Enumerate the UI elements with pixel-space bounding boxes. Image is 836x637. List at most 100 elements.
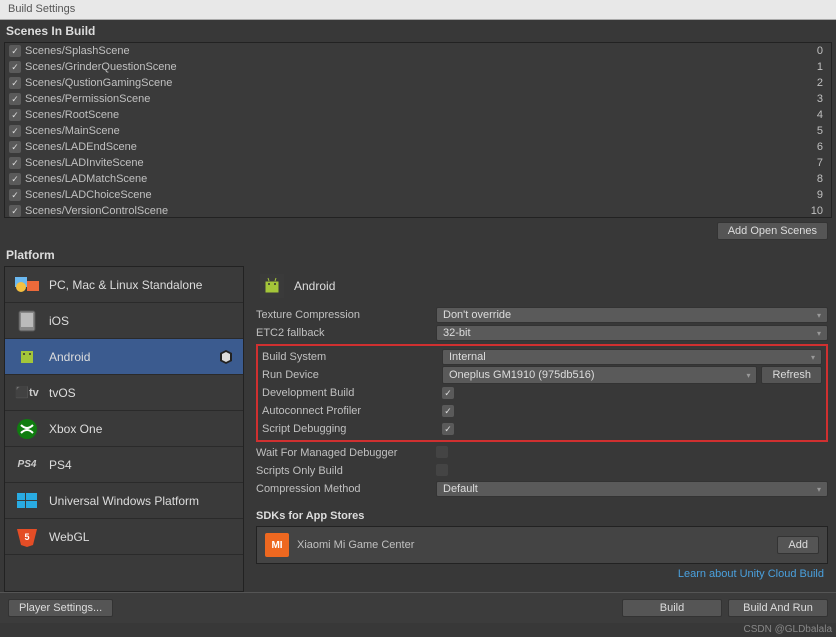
- wait-debugger-checkbox[interactable]: [436, 446, 448, 458]
- scene-row[interactable]: ✓ Scenes/QustionGamingScene2: [5, 75, 831, 91]
- scene-checkbox[interactable]: ✓: [9, 173, 21, 185]
- scripts-only-checkbox[interactable]: [436, 464, 448, 476]
- scene-checkbox[interactable]: ✓: [9, 141, 21, 153]
- platform-item[interactable]: PC, Mac & Linux Standalone: [5, 267, 243, 303]
- scene-row[interactable]: ✓Scenes/LADMatchScene8: [5, 171, 831, 187]
- platform-item[interactable]: PS4PS4: [5, 447, 243, 483]
- compression-label: Compression Method: [256, 483, 436, 495]
- platform-icon: ⬛tv: [13, 381, 41, 405]
- scene-index: 3: [817, 93, 823, 105]
- run-device-dropdown[interactable]: Oneplus GM1910 (975db516): [442, 366, 757, 384]
- player-settings-button[interactable]: Player Settings...: [8, 599, 113, 617]
- refresh-button[interactable]: Refresh: [761, 366, 822, 384]
- highlighted-settings: Build System Internal Run Device Oneplus…: [256, 344, 828, 442]
- wait-debugger-label: Wait For Managed Debugger: [256, 447, 436, 459]
- scene-row[interactable]: ✓Scenes/LADEndScene6: [5, 139, 831, 155]
- scene-checkbox[interactable]: ✓: [9, 93, 21, 105]
- window-titlebar: Build Settings: [0, 0, 836, 20]
- platform-item[interactable]: Universal Windows Platform: [5, 483, 243, 519]
- window-title: Build Settings: [8, 3, 75, 15]
- scene-checkbox[interactable]: ✓: [9, 109, 21, 121]
- scene-checkbox[interactable]: ✓: [9, 77, 21, 89]
- etc2-label: ETC2 fallback: [256, 327, 436, 339]
- script-debug-checkbox[interactable]: ✓: [442, 423, 454, 435]
- autoconnect-label: Autoconnect Profiler: [262, 405, 442, 417]
- scenes-list[interactable]: ✓Scenes/SplashScene0✓Scenes/GrinderQuest…: [4, 42, 832, 218]
- xiaomi-icon: MI: [265, 533, 289, 557]
- platform-icon: [13, 309, 41, 333]
- etc2-dropdown[interactable]: 32-bit: [436, 325, 828, 341]
- scene-row[interactable]: ✓ Scenes/GrinderQuestionScene1: [5, 59, 831, 75]
- platform-label: Android: [49, 350, 209, 364]
- scene-checkbox[interactable]: ✓: [9, 205, 21, 217]
- platform-details: Android Texture Compression Don't overri…: [252, 266, 832, 592]
- build-button[interactable]: Build: [622, 599, 722, 617]
- scene-checkbox[interactable]: ✓: [9, 157, 21, 169]
- platform-item[interactable]: ⬛tv tvOS: [5, 375, 243, 411]
- scene-index: 4: [817, 109, 823, 121]
- platform-icon: PS4: [13, 453, 41, 477]
- sdk-add-button[interactable]: Add: [777, 536, 819, 554]
- platform-label: PC, Mac & Linux Standalone: [49, 278, 235, 292]
- scene-label: Scenes/GrinderQuestionScene: [25, 61, 817, 73]
- platform-label: Universal Windows Platform: [49, 494, 235, 508]
- texture-compression-dropdown[interactable]: Don't override: [436, 307, 828, 323]
- platform-item[interactable]: Xbox One: [5, 411, 243, 447]
- build-and-run-button[interactable]: Build And Run: [728, 599, 828, 617]
- platform-item[interactable]: iOS: [5, 303, 243, 339]
- scene-checkbox[interactable]: ✓: [9, 45, 21, 57]
- platform-item[interactable]: 5 WebGL: [5, 519, 243, 555]
- compression-dropdown[interactable]: Default: [436, 481, 828, 497]
- scripts-only-label: Scripts Only Build: [256, 465, 436, 477]
- scene-row[interactable]: ✓ Scenes/MainScene5: [5, 123, 831, 139]
- platform-label: tvOS: [49, 386, 235, 400]
- build-system-dropdown[interactable]: Internal: [442, 349, 822, 365]
- texture-compression-label: Texture Compression: [256, 309, 436, 321]
- platform-icon: [13, 489, 41, 513]
- build-system-label: Build System: [262, 351, 442, 363]
- scene-index: 5: [817, 125, 823, 137]
- scene-checkbox[interactable]: ✓: [9, 61, 21, 73]
- scene-checkbox[interactable]: ✓: [9, 125, 21, 137]
- platform-label: iOS: [49, 314, 235, 328]
- scene-index: 9: [817, 189, 823, 201]
- sdk-item-label: Xiaomi Mi Game Center: [297, 539, 769, 551]
- scene-label: Scenes/LADChoiceScene: [25, 189, 817, 201]
- platform-icon: [13, 273, 41, 297]
- platform-label: Xbox One: [49, 422, 235, 436]
- script-debug-label: Script Debugging: [262, 423, 442, 435]
- add-open-scenes-button[interactable]: Add Open Scenes: [717, 222, 828, 240]
- scene-row[interactable]: ✓Scenes/SplashScene0: [5, 43, 831, 59]
- scene-row[interactable]: ✓Scenes/VersionControlScene10: [5, 203, 831, 218]
- scene-index: 2: [817, 77, 823, 89]
- scene-row[interactable]: ✓Scenes/PermissionScene3: [5, 91, 831, 107]
- scene-row[interactable]: ✓ Scenes/LADChoiceScene9: [5, 187, 831, 203]
- sdk-item: MI Xiaomi Mi Game Center Add: [256, 526, 828, 564]
- platform-item[interactable]: Android: [5, 339, 243, 375]
- platform-icon: [13, 345, 41, 369]
- autoconnect-checkbox[interactable]: ✓: [442, 405, 454, 417]
- scene-label: Scenes/LADInviteScene: [25, 157, 817, 169]
- dev-build-checkbox[interactable]: ✓: [442, 387, 454, 399]
- platform-icon: 5: [13, 525, 41, 549]
- footer: Player Settings... Build Build And Run: [0, 592, 836, 623]
- scene-checkbox[interactable]: ✓: [9, 189, 21, 201]
- svg-text:5: 5: [24, 532, 29, 542]
- scene-index: 8: [817, 173, 823, 185]
- cloud-build-link[interactable]: Learn about Unity Cloud Build: [252, 564, 832, 584]
- run-device-label: Run Device: [262, 369, 442, 381]
- scene-label: Scenes/RootScene: [25, 109, 817, 121]
- sdk-header: SDKs for App Stores: [256, 506, 828, 526]
- scene-index: 1: [817, 61, 823, 73]
- scene-row[interactable]: ✓ Scenes/RootScene4: [5, 107, 831, 123]
- platform-label: WebGL: [49, 530, 235, 544]
- scene-label: Scenes/MainScene: [25, 125, 817, 137]
- unity-icon: [217, 348, 235, 366]
- scenes-header: Scenes In Build: [0, 20, 836, 42]
- platform-icon: [13, 417, 41, 441]
- scene-label: Scenes/SplashScene: [25, 45, 817, 57]
- scene-row[interactable]: ✓Scenes/LADInviteScene7: [5, 155, 831, 171]
- scene-label: Scenes/QustionGamingScene: [25, 77, 817, 89]
- scene-index: 6: [817, 141, 823, 153]
- scene-label: Scenes/VersionControlScene: [25, 205, 811, 217]
